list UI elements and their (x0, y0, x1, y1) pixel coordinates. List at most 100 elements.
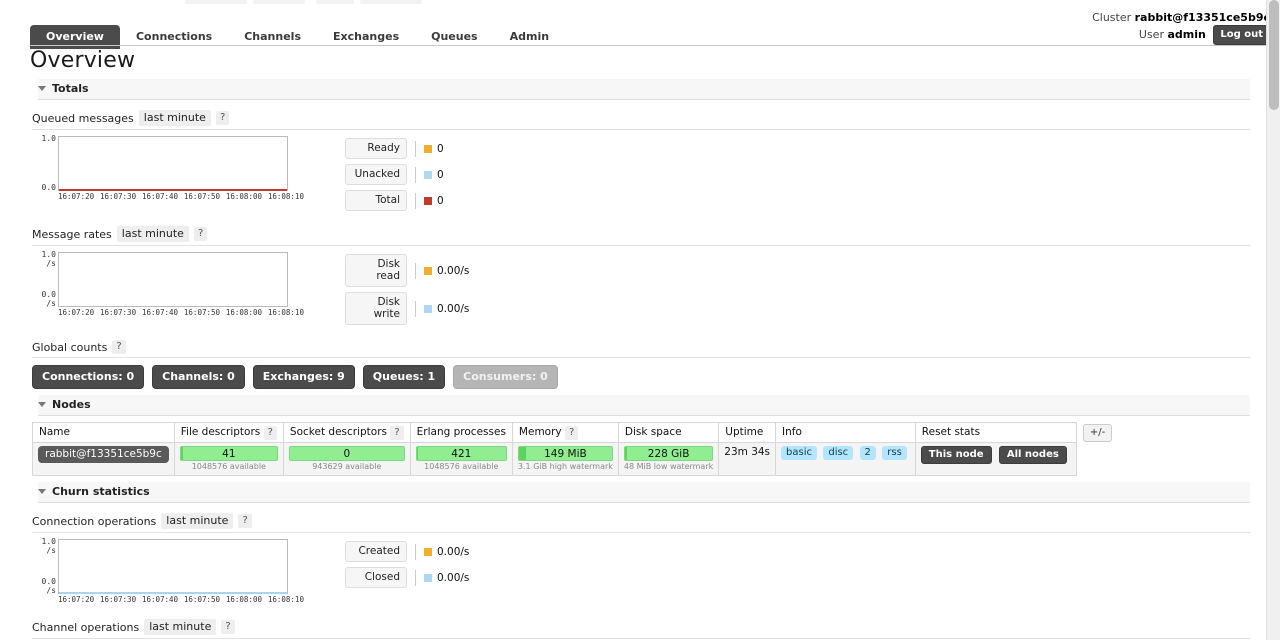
count-badge-queues[interactable]: Queues: 1 (362, 365, 446, 389)
legend-value-connection-created: 0.00/s (437, 545, 470, 558)
help-icon-global-counts[interactable]: ? (112, 340, 126, 354)
section-label-churn: Churn statistics (52, 485, 150, 498)
series-line-closed (59, 592, 287, 594)
chevron-down-icon (38, 489, 46, 494)
reset-this-node-button[interactable]: This node (920, 446, 992, 464)
legend-value-connection-closed: 0.00/s (437, 571, 470, 584)
note-disk-space: 48 MiB low watermark (623, 462, 714, 471)
legend-button-unacked[interactable]: Unacked (345, 164, 407, 185)
node-name-badge[interactable]: rabbit@f13351ce5b9c (38, 446, 169, 463)
info-badge-count[interactable]: 2 (859, 446, 876, 460)
help-icon-connection-operations[interactable]: ? (238, 514, 252, 528)
channel-operations-title: Channel operations (32, 620, 140, 634)
period-tag-message-rates[interactable]: last minute (116, 226, 189, 242)
legend-divider (415, 140, 416, 157)
cell-uptime: 23m 34s (718, 442, 777, 476)
col-info: Info (775, 422, 916, 443)
info-badge-disc[interactable]: disc (823, 446, 854, 460)
count-badge-connections[interactable]: Connections: 0 (32, 365, 145, 389)
page-title: Overview (30, 48, 136, 73)
count-badge-exchanges[interactable]: Exchanges: 9 (252, 365, 355, 389)
help-icon-channel-operations[interactable]: ? (221, 620, 235, 634)
connection-operations-title: Connection operations (32, 514, 157, 528)
legend-button-disk-write[interactable]: Disk write (345, 292, 407, 325)
period-tag-connection-operations[interactable]: last minute (161, 513, 234, 529)
meter-file-descriptors: 41 (179, 446, 278, 461)
x-axis-message-rates: 16:07:20 16:07:30 16:07:40 16:07:50 16:0… (58, 308, 304, 317)
reset-all-nodes-button[interactable]: All nodes (998, 446, 1067, 464)
chart-connection-operations: 1.0 /s 0.0 /s 16:07:20 16:07:30 16:07:40… (32, 537, 317, 609)
section-header-churn-statistics[interactable]: Churn statistics (38, 482, 1250, 503)
ghost-control-3 (316, 0, 354, 4)
ghost-control-4 (360, 0, 422, 4)
help-icon-queued-messages[interactable]: ? (215, 111, 230, 125)
legend-divider (415, 569, 416, 586)
help-icon-socket-descriptors[interactable]: ? (390, 426, 404, 440)
help-icon-message-rates[interactable]: ? (193, 227, 208, 241)
legend-button-connection-closed[interactable]: Closed (345, 567, 407, 588)
logout-button[interactable]: Log out (1213, 25, 1270, 45)
section-header-totals[interactable]: Totals (38, 79, 1250, 100)
swatch-disk-read-icon (424, 266, 432, 275)
meter-fill (416, 447, 419, 460)
subheader-connection-operations: Connection operations last minute ? (32, 513, 1250, 533)
meter-fill (624, 447, 627, 460)
col-name: Name (32, 422, 175, 443)
scrollbar-thumb[interactable] (1269, 0, 1279, 110)
cell-disk-space: 228 GiB 48 MiB low watermark (617, 442, 720, 476)
chevron-down-icon (38, 86, 46, 91)
y-axis-max-rates: 1.0 /s (41, 250, 56, 268)
meter-erlang-processes: 421 (415, 446, 507, 461)
period-tag-queued-messages[interactable]: last minute (138, 110, 211, 126)
legend-divider (415, 166, 416, 183)
x-tick-5: 16:08:10 (267, 308, 304, 317)
x-tick-2: 16:07:40 (141, 595, 179, 604)
message-rates-title: Message rates (32, 227, 112, 241)
legend-button-ready[interactable]: Ready (345, 138, 407, 159)
meter-disk-space: 228 GiB (623, 446, 714, 461)
meter-socket-descriptors: 0 (288, 446, 405, 461)
cluster-user-info: Cluster rabbit@f13351ce5b9c User admin L… (1092, 10, 1270, 45)
legend-row-disk-read: Disk read 0.00/s (345, 254, 469, 287)
count-badge-channels[interactable]: Channels: 0 (152, 365, 245, 389)
meter-memory: 149 MiB (517, 446, 613, 461)
help-icon-file-descriptors[interactable]: ? (263, 426, 277, 440)
overview-page: Overview Totals Queued messages last min… (0, 48, 1280, 640)
legend-row-closed: Closed 0.00/s (345, 567, 469, 588)
help-icon-memory[interactable]: ? (564, 426, 579, 440)
legend-value-unacked: 0 (437, 168, 444, 181)
legend-button-disk-read[interactable]: Disk read (345, 254, 407, 287)
info-badge-basic[interactable]: basic (781, 446, 817, 460)
x-tick-2: 16:07:40 (141, 308, 179, 317)
y-axis-min-queued: 0.0 (41, 183, 56, 192)
x-tick-5: 16:08:10 (267, 192, 304, 201)
cell-node-name: rabbit@f13351ce5b9c (32, 442, 175, 476)
legend-message-rates: Disk read 0.00/s Disk write 0.00/s (345, 252, 469, 330)
toggle-columns-button[interactable]: +/- (1082, 424, 1113, 442)
x-tick-1: 16:07:30 (99, 308, 137, 317)
info-badge-rss[interactable]: rss (882, 446, 907, 460)
subheader-queued-messages: Queued messages last minute ? (32, 110, 1250, 130)
count-badge-consumers[interactable]: Consumers: 0 (453, 365, 558, 389)
meter-fill (518, 447, 527, 460)
x-axis-connection-operations: 16:07:20 16:07:30 16:07:40 16:07:50 16:0… (58, 595, 304, 604)
period-tag-channel-operations[interactable]: last minute (144, 619, 217, 635)
legend-divider (415, 262, 416, 279)
legend-button-total[interactable]: Total (345, 190, 407, 211)
section-header-nodes[interactable]: Nodes (38, 395, 1250, 416)
col-label-socket-descriptors: Socket descriptors (289, 426, 388, 438)
page-scrollbar[interactable] (1266, 0, 1280, 640)
legend-row-disk-write: Disk write 0.00/s (345, 292, 469, 325)
plot-area-message-rates (58, 252, 288, 307)
ghost-control-1 (185, 0, 247, 4)
chart-message-rates: 1.0 /s 0.0 /s 16:07:20 16:07:30 16:07:40… (32, 250, 317, 322)
y-axis-max-connection-ops: 1.0 /s (41, 537, 56, 555)
swatch-closed-icon (424, 573, 432, 582)
plot-area-connection-operations (58, 539, 288, 594)
x-tick-5: 16:08:10 (267, 595, 304, 604)
legend-button-connection-created[interactable]: Created (345, 541, 407, 562)
x-tick-4: 16:08:00 (225, 595, 262, 604)
x-tick-1: 16:07:30 (99, 192, 137, 201)
chart-row-connection-operations: 1.0 /s 0.0 /s 16:07:20 16:07:30 16:07:40… (32, 537, 1280, 609)
legend-value-ready: 0 (437, 142, 444, 155)
